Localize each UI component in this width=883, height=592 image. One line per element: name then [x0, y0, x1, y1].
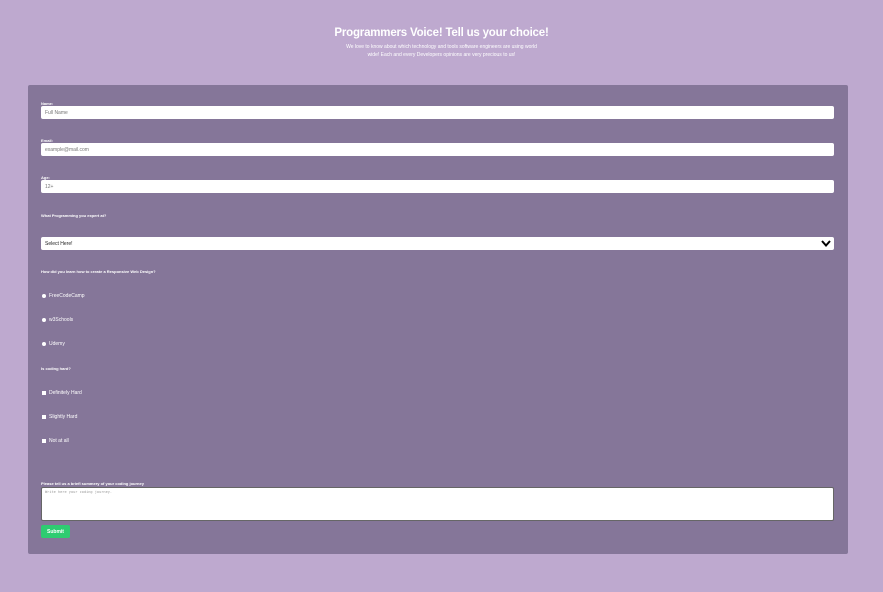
learn-label: How did you learn how to create a Respon… — [41, 269, 156, 274]
language-label: What Programming you expert at? — [41, 213, 107, 218]
chevron-down-icon — [821, 240, 831, 248]
page-header: Programmers Voice! Tell us your choice! … — [0, 27, 883, 59]
summary-textarea[interactable]: Write here your coding journey. — [41, 487, 834, 521]
subtitle-line-2: wide! Each and every Developers opinions… — [367, 52, 516, 58]
checkbox[interactable] — [42, 439, 46, 443]
radio-button[interactable] — [42, 294, 46, 298]
submit-button[interactable]: Submit — [41, 525, 70, 538]
checkbox[interactable] — [42, 415, 46, 419]
learn-option-freecodecamp[interactable]: FreeCodeCamp — [42, 293, 85, 299]
hard-option-label: Slightly Hard — [49, 414, 78, 420]
learn-option-label: FreeCodeCamp — [49, 293, 85, 299]
summary-label: Please tell us a briefl summery of your … — [41, 481, 144, 486]
survey-form: Name: Full Name Email: example@mail.com … — [28, 85, 848, 554]
hard-option-label: Not at all — [49, 438, 69, 444]
age-field[interactable]: 12+ — [41, 180, 834, 193]
subtitle-line-1: We love to know about which technology a… — [346, 44, 537, 50]
name-field[interactable]: Full Name — [41, 106, 834, 119]
page-subtitle: We love to know about which technology a… — [0, 43, 883, 59]
language-select-value: Select Here! — [45, 240, 73, 247]
hard-option-slightly[interactable]: Slightly Hard — [42, 414, 77, 420]
language-select[interactable]: Select Here! — [41, 237, 834, 250]
hard-option-definitely[interactable]: Definitely Hard — [42, 390, 82, 396]
hard-option-label: Definitely Hard — [49, 390, 82, 396]
learn-option-udemy[interactable]: Udemy — [42, 341, 65, 347]
learn-option-label: w3Schools — [49, 317, 74, 323]
hard-option-not-at-all[interactable]: Not at all — [42, 438, 69, 444]
page-title: Programmers Voice! Tell us your choice! — [334, 27, 549, 39]
email-field[interactable]: example@mail.com — [41, 143, 834, 156]
radio-button[interactable] — [42, 318, 46, 322]
learn-option-w3schools[interactable]: w3Schools — [42, 317, 73, 323]
learn-option-label: Udemy — [49, 341, 65, 347]
radio-button[interactable] — [42, 342, 46, 346]
checkbox[interactable] — [42, 391, 46, 395]
hard-label: Is coding hard? — [41, 366, 71, 371]
